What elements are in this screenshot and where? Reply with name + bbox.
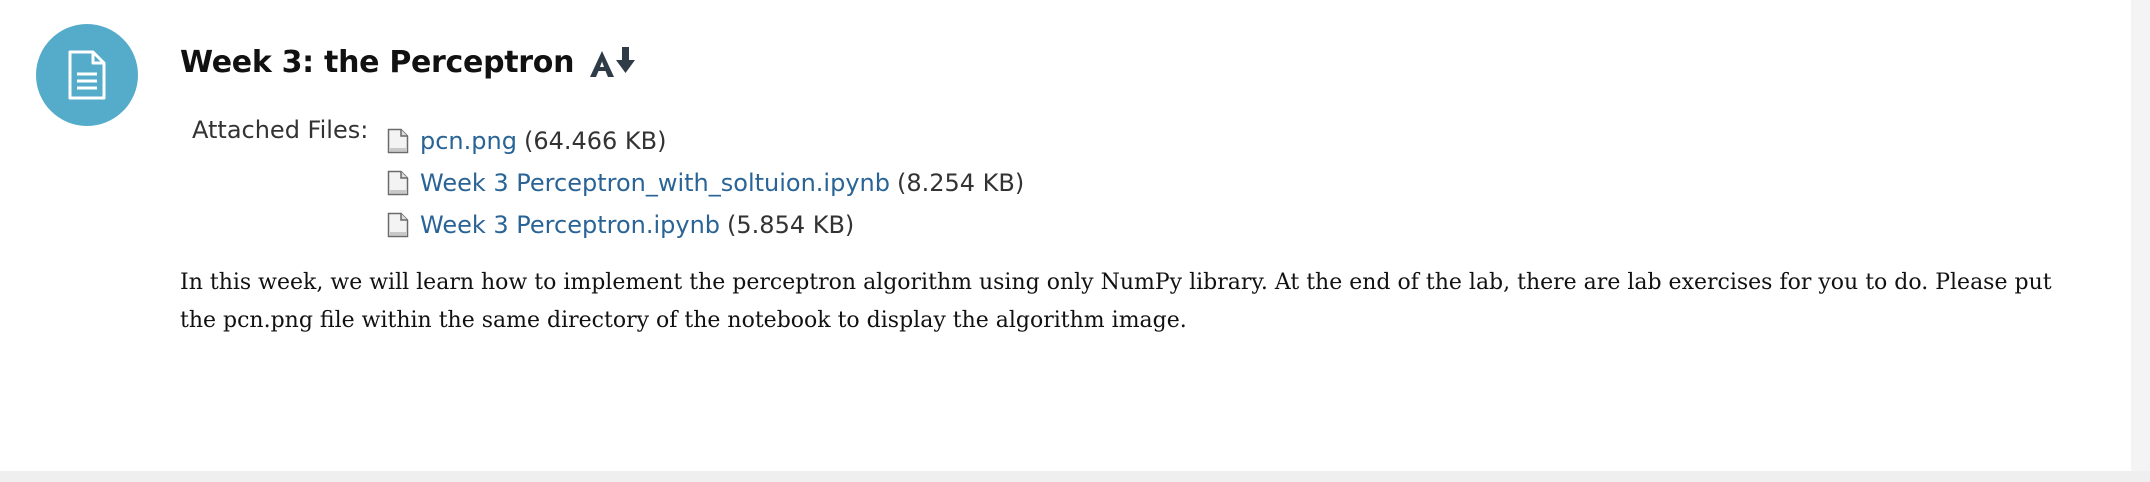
document-icon (36, 24, 138, 126)
file-link-perceptron-with-solution[interactable]: Week 3 Perceptron_with_soltuion.ipynb (420, 169, 890, 197)
alternative-formats-icon (590, 47, 636, 77)
list-item: pcn.png (64.466 KB) (386, 120, 1024, 162)
content-item: Week 3: the Perceptron Attached Files: p… (0, 0, 2131, 471)
bottom-divider (0, 471, 2150, 482)
file-link-perceptron-notebook[interactable]: Week 3 Perceptron.ipynb (420, 211, 720, 239)
item-description: In this week, we will learn how to imple… (180, 270, 2052, 333)
file-link-pcn-png[interactable]: pcn.png (420, 127, 517, 155)
file-size: (8.254 KB) (896, 169, 1025, 197)
scrollbar-track[interactable] (2131, 0, 2150, 471)
attached-files-section: Attached Files: pcn.png (64.466 KB) Week… (192, 114, 1024, 246)
attached-files-list: pcn.png (64.466 KB) Week 3 Perceptron_wi… (386, 120, 1024, 246)
file-icon (386, 212, 410, 238)
attached-files-label: Attached Files: (192, 116, 369, 144)
file-size: (64.466 KB) (523, 127, 667, 155)
file-size: (5.854 KB) (727, 211, 855, 239)
file-icon (386, 128, 410, 154)
page: Week 3: the Perceptron Attached Files: p… (0, 0, 2150, 482)
file-icon (386, 170, 410, 196)
item-title: Week 3: the Perceptron (180, 44, 575, 80)
list-item: Week 3 Perceptron_with_soltuion.ipynb (8… (386, 162, 1024, 204)
list-item: Week 3 Perceptron.ipynb (5.854 KB) (386, 204, 1024, 246)
alternative-formats-button[interactable] (588, 45, 638, 79)
item-title-row: Week 3: the Perceptron (180, 40, 638, 84)
